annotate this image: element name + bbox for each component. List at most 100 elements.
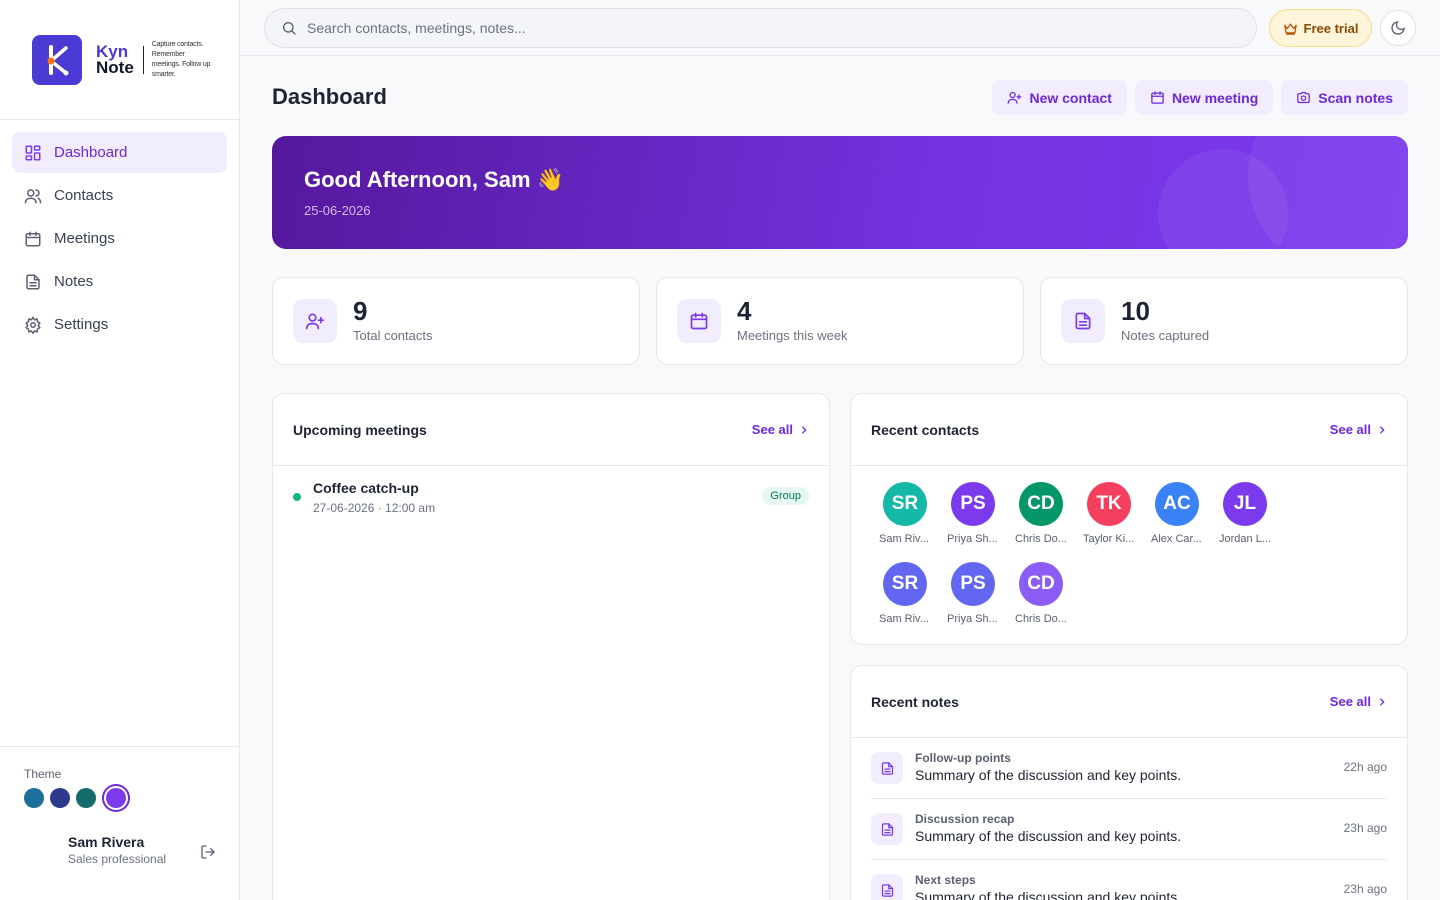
contact-item[interactable]: TK Taylor Ki... bbox=[1075, 482, 1143, 562]
contact-name: Alex Car... bbox=[1151, 533, 1202, 545]
calendar-icon bbox=[24, 230, 42, 248]
file-text-icon bbox=[1061, 299, 1105, 343]
see-all-link[interactable]: See all bbox=[1330, 422, 1387, 437]
avatar: PS bbox=[951, 562, 995, 606]
search-input[interactable] bbox=[307, 20, 1207, 36]
greeting-banner: Good Afternoon, Sam 👋 25-06-2026 bbox=[272, 136, 1408, 249]
card-header: Upcoming meetings See all bbox=[273, 394, 829, 466]
brand-name: Kyn Note bbox=[96, 43, 134, 76]
user-profile: Sam Rivera Sales professional bbox=[24, 834, 215, 866]
sidebar-footer: Theme Sam Rivera Sales professional bbox=[0, 746, 239, 900]
new-meeting-button[interactable]: New meeting bbox=[1134, 80, 1274, 115]
see-all-link[interactable]: See all bbox=[752, 422, 809, 437]
avatar: AC bbox=[1155, 482, 1199, 526]
sidebar-item-settings[interactable]: Settings bbox=[12, 304, 227, 345]
see-all-label: See all bbox=[1329, 422, 1371, 437]
note-title: Discussion recap bbox=[915, 812, 1015, 826]
free-trial-button[interactable]: Free trial bbox=[1269, 9, 1372, 47]
sidebar-item-meetings[interactable]: Meetings bbox=[12, 218, 227, 259]
recent-contacts-card: Recent contacts See all SR Sam Riv... PS… bbox=[850, 393, 1408, 645]
see-all-link[interactable]: See all bbox=[1330, 694, 1387, 709]
greeting-date: 25-06-2026 bbox=[304, 203, 371, 218]
sidebar-item-contacts[interactable]: Contacts bbox=[12, 175, 227, 216]
chevron-right-icon bbox=[1377, 697, 1387, 707]
contact-item[interactable]: CD Chris Do... bbox=[1007, 482, 1075, 562]
card-header: Recent contacts See all bbox=[851, 394, 1407, 466]
note-item[interactable]: Discussion recap Summary of the discussi… bbox=[871, 799, 1387, 860]
search-bar[interactable] bbox=[264, 8, 1257, 48]
avatar: CD bbox=[1019, 562, 1063, 606]
contact-item[interactable]: PS Priya Sh... bbox=[939, 482, 1007, 562]
user-role: Sales professional bbox=[68, 852, 167, 866]
user-name: Sam Rivera bbox=[68, 834, 145, 850]
user-plus-icon bbox=[1007, 90, 1022, 105]
note-item[interactable]: Follow-up points Summary of the discussi… bbox=[871, 738, 1387, 799]
note-title: Next steps bbox=[915, 873, 976, 887]
stat-label: Notes captured bbox=[1121, 328, 1210, 343]
stat-card-contacts[interactable]: 9 Total contacts bbox=[272, 277, 640, 365]
scan-notes-label: Scan notes bbox=[1318, 89, 1393, 106]
contact-item[interactable]: CD Chris Do... bbox=[1007, 562, 1075, 642]
free-trial-label: Free trial bbox=[1303, 20, 1359, 36]
contact-name: Taylor Ki... bbox=[1083, 533, 1135, 545]
status-dot bbox=[293, 493, 301, 501]
page-title: Dashboard bbox=[272, 84, 387, 109]
camera-icon bbox=[1296, 90, 1311, 105]
sidebar-item-label: Meetings bbox=[54, 230, 115, 247]
stat-card-meetings[interactable]: 4 Meetings this week bbox=[656, 277, 1024, 365]
user-plus-icon bbox=[293, 299, 337, 343]
sidebar: Kyn Note Capture contacts. Remember meet… bbox=[0, 0, 240, 900]
meeting-title: Coffee catch-up bbox=[313, 480, 419, 496]
theme-swatch-purple[interactable] bbox=[106, 788, 126, 808]
avatar: SR bbox=[883, 482, 927, 526]
sidebar-item-notes[interactable]: Notes bbox=[12, 261, 227, 302]
greeting-text: Good Afternoon, Sam 👋 bbox=[304, 167, 565, 192]
brand[interactable]: Kyn Note Capture contacts. Remember meet… bbox=[0, 0, 239, 120]
see-all-label: See all bbox=[1329, 694, 1371, 709]
sidebar-item-label: Notes bbox=[54, 273, 94, 290]
note-time: 23h ago bbox=[1343, 821, 1387, 835]
decorative-circle bbox=[1248, 136, 1408, 249]
stat-card-notes[interactable]: 10 Notes captured bbox=[1040, 277, 1408, 365]
see-all-label: See all bbox=[751, 422, 793, 437]
note-time: 22h ago bbox=[1343, 760, 1387, 774]
note-body: Summary of the discussion and key points… bbox=[915, 828, 1182, 844]
contact-name: Jordan L... bbox=[1219, 533, 1271, 545]
theme-swatch-teal[interactable] bbox=[76, 788, 96, 808]
card-title: Recent notes bbox=[871, 693, 959, 710]
grid-icon bbox=[24, 144, 42, 162]
avatar: SR bbox=[883, 562, 927, 606]
contact-item[interactable]: PS Priya Sh... bbox=[939, 562, 1007, 642]
sidebar-item-label: Dashboard bbox=[54, 144, 128, 161]
card-title: Recent contacts bbox=[871, 421, 980, 438]
scan-notes-button[interactable]: Scan notes bbox=[1281, 80, 1408, 115]
note-time: 23h ago bbox=[1343, 882, 1387, 896]
new-contact-button[interactable]: New contact bbox=[992, 80, 1127, 115]
note-item[interactable]: Next steps Summary of the discussion and… bbox=[871, 860, 1387, 900]
stat-label: Total contacts bbox=[353, 328, 433, 343]
sidebar-item-dashboard[interactable]: Dashboard bbox=[12, 132, 227, 173]
logout-icon[interactable] bbox=[200, 844, 216, 860]
contact-item[interactable]: JL Jordan L... bbox=[1211, 482, 1279, 562]
contact-item[interactable]: SR Sam Riv... bbox=[871, 482, 939, 562]
contact-name: Chris Do... bbox=[1015, 533, 1067, 545]
theme-label: Theme bbox=[24, 767, 62, 781]
dark-mode-toggle[interactable] bbox=[1380, 10, 1416, 46]
search-icon bbox=[281, 20, 297, 36]
contact-name: Sam Riv... bbox=[879, 613, 929, 625]
sidebar-nav: Dashboard Contacts Meetings Notes Settin… bbox=[0, 120, 239, 359]
contact-item[interactable]: AC Alex Car... bbox=[1143, 482, 1211, 562]
gear-icon bbox=[24, 315, 42, 334]
theme-swatch-blue[interactable] bbox=[24, 788, 44, 808]
contact-item[interactable]: SR Sam Riv... bbox=[871, 562, 939, 642]
file-text-icon bbox=[871, 813, 903, 845]
meeting-item[interactable]: Coffee catch-up 27-06-2026 · 12:00 am Gr… bbox=[273, 466, 829, 529]
stat-value: 10 bbox=[1121, 296, 1150, 326]
theme-swatch-indigo[interactable] bbox=[50, 788, 70, 808]
avatar: TK bbox=[1087, 482, 1131, 526]
stat-value: 9 bbox=[353, 296, 368, 326]
users-icon bbox=[24, 187, 42, 205]
stat-label: Meetings this week bbox=[737, 328, 848, 343]
page-actions: New contact New meeting Scan notes bbox=[992, 80, 1408, 115]
meeting-type-badge: Group bbox=[762, 487, 809, 505]
